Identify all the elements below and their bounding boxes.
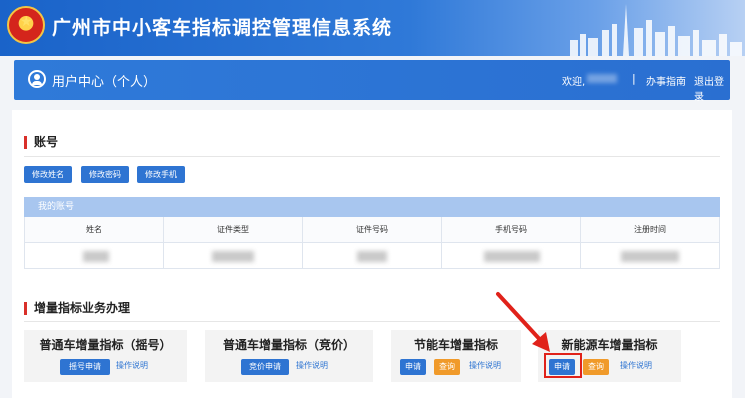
bidding-card: 普通车增量指标（竞价） 竞价申请 操作说明 <box>205 330 373 382</box>
redacted-cell <box>303 243 442 269</box>
redacted-cell <box>164 243 303 269</box>
user-center-bar: 用户中心（个人） 欢迎, | 办事指南 退出登录 <box>14 60 730 103</box>
city-emblem-icon: ★ <box>7 6 45 44</box>
redacted-cell <box>442 243 581 269</box>
redacted-cell <box>25 243 164 269</box>
user-icon <box>28 70 46 88</box>
edit-password-button[interactable]: 修改密码 <box>81 166 129 183</box>
column-header: 注册时间 <box>581 217 720 243</box>
pointer-arrow-icon <box>496 292 550 352</box>
instructions-link[interactable]: 操作说明 <box>296 360 328 371</box>
table-caption: 我的账号 <box>24 197 720 217</box>
column-header: 手机号码 <box>442 217 581 243</box>
instructions-link[interactable]: 操作说明 <box>469 360 501 371</box>
redacted-cell <box>581 243 720 269</box>
logout-link[interactable]: 退出登录 <box>694 73 730 103</box>
column-header: 证件类型 <box>164 217 303 243</box>
column-header: 姓名 <box>25 217 164 243</box>
divider <box>24 321 720 322</box>
column-header: 证件号码 <box>303 217 442 243</box>
instructions-link[interactable]: 操作说明 <box>116 360 148 371</box>
account-table: 我的账号 姓名 证件类型 证件号码 手机号码 注册时间 <box>24 197 720 269</box>
city-skyline-icon <box>570 4 742 56</box>
system-title: 广州市中小客车指标调控管理信息系统 <box>52 17 393 39</box>
table-row <box>24 243 720 269</box>
divider: | <box>632 72 636 85</box>
energy-query-button[interactable]: 查询 <box>434 359 460 375</box>
main-panel: 账号 修改姓名 修改密码 修改手机 我的账号 姓名 证件类型 证件号码 手机号码… <box>12 110 732 398</box>
redacted-username <box>587 74 617 83</box>
top-banner: ★ 广州市中小客车指标调控管理信息系统 <box>0 0 745 56</box>
account-section-title: 账号 <box>24 136 58 149</box>
edit-name-button[interactable]: 修改姓名 <box>24 166 72 183</box>
new-energy-query-button[interactable]: 查询 <box>583 359 609 375</box>
bidding-apply-button[interactable]: 竞价申请 <box>241 359 289 375</box>
guide-link[interactable]: 办事指南 <box>646 73 686 88</box>
energy-apply-button[interactable]: 申请 <box>400 359 426 375</box>
welcome-text: 欢迎, <box>562 77 586 88</box>
business-section-title: 增量指标业务办理 <box>24 302 130 315</box>
edit-phone-button[interactable]: 修改手机 <box>137 166 185 183</box>
user-center-label: 用户中心（个人） <box>52 75 157 90</box>
card-title: 普通车增量指标（摇号） <box>39 338 172 352</box>
instructions-link[interactable]: 操作说明 <box>620 360 652 371</box>
lottery-apply-button[interactable]: 摇号申请 <box>60 359 110 375</box>
lottery-card: 普通车增量指标（摇号） 摇号申请 操作说明 <box>24 330 187 382</box>
card-title: 普通车增量指标（竞价） <box>222 338 355 352</box>
divider <box>24 156 720 157</box>
table-header-row: 姓名 证件类型 证件号码 手机号码 注册时间 <box>24 217 720 243</box>
